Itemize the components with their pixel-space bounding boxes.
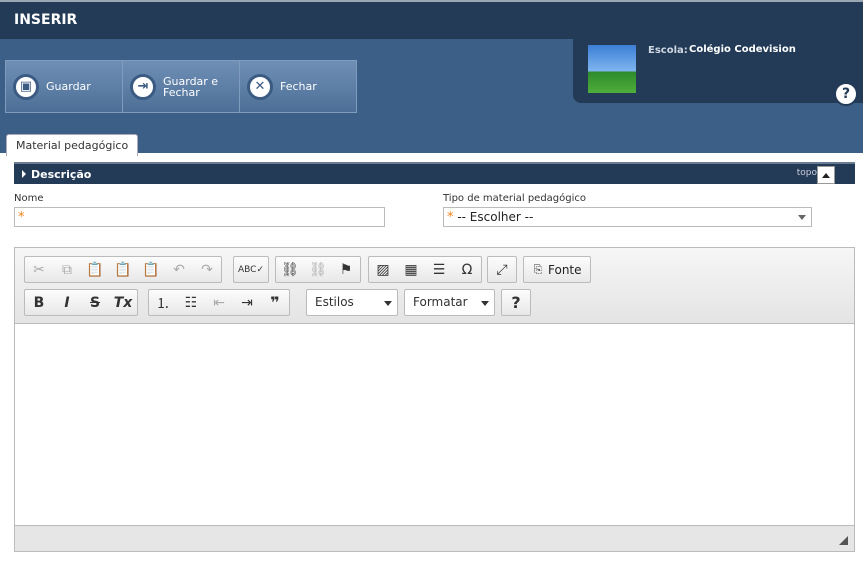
copy-icon[interactable]: ⧉ xyxy=(53,257,81,282)
anchor-icon[interactable]: ⚑ xyxy=(332,257,360,282)
cut-icon[interactable]: ✂ xyxy=(25,257,53,282)
tab-material-pedagogico[interactable]: Material pedagógico xyxy=(6,134,139,156)
name-field[interactable]: * xyxy=(14,207,385,227)
indent-icon[interactable]: ⇥ xyxy=(233,290,261,315)
paste-word-icon[interactable]: 📋 xyxy=(137,257,165,282)
numbered-list-icon[interactable]: ⒈ xyxy=(149,290,177,315)
remove-format-icon[interactable]: Tx xyxy=(109,290,137,315)
close-icon: ✕ xyxy=(247,73,273,100)
close-button[interactable]: ✕ Fechar xyxy=(239,60,357,113)
section-title: Descrição xyxy=(31,168,92,181)
outdent-icon[interactable]: ⇤ xyxy=(205,290,233,315)
editor-content-area[interactable] xyxy=(15,325,854,525)
type-select-value: -- Escolher -- xyxy=(457,210,534,224)
unlink-icon[interactable]: ⛓ xyxy=(304,257,332,282)
required-marker: * xyxy=(18,210,25,225)
school-panel: Escola: Colégio Codevision xyxy=(573,39,863,103)
rich-text-editor: ✂ ⧉ 📋 📋 📋 ↶ ↷ ABC✓ ⛓ ⛓ ⚑ ▨ ▦ ☰ Ω ⤢ ⎘ Fon… xyxy=(14,247,855,552)
spellcheck-icon[interactable]: ABC✓ xyxy=(234,257,268,282)
type-select[interactable]: * -- Escolher -- xyxy=(443,207,812,227)
action-toolbar: ▣ Guardar ⇥ Guardar e Fechar ✕ Fechar xyxy=(5,60,357,113)
school-thumbnail xyxy=(588,45,636,93)
link-group: ⛓ ⛓ ⚑ xyxy=(275,256,361,283)
save-button[interactable]: ▣ Guardar xyxy=(5,60,123,113)
source-button[interactable]: ⎘ Fonte xyxy=(523,256,591,283)
save-close-button[interactable]: ⇥ Guardar e Fechar xyxy=(122,60,240,113)
strike-icon[interactable]: S xyxy=(81,290,109,315)
table-icon[interactable]: ▦ xyxy=(397,257,425,282)
school-name: Colégio Codevision xyxy=(689,44,796,55)
bold-icon[interactable]: B xyxy=(25,290,53,315)
view-group: ⤢ xyxy=(487,256,517,283)
save-close-icon: ⇥ xyxy=(130,73,156,100)
format-combo[interactable]: Formatar xyxy=(404,289,495,316)
chevron-down-icon xyxy=(798,215,806,220)
styles-label: Estilos xyxy=(315,295,354,309)
image-icon[interactable]: ▨ xyxy=(369,257,397,282)
basicstyles-group: B I S Tx xyxy=(24,289,138,316)
bulleted-list-icon[interactable]: ☷ xyxy=(177,290,205,315)
blockquote-icon[interactable]: ❞ xyxy=(261,290,289,315)
special-char-icon[interactable]: Ω xyxy=(453,257,481,282)
save-icon: ▣ xyxy=(13,73,39,100)
paste-icon[interactable]: 📋 xyxy=(81,257,109,282)
horizontal-line-icon[interactable]: ☰ xyxy=(425,257,453,282)
save-button-label: Guardar xyxy=(46,80,91,93)
paste-text-icon[interactable]: 📋 xyxy=(109,257,137,282)
required-marker: * xyxy=(447,210,454,225)
italic-icon[interactable]: I xyxy=(53,290,81,315)
chevron-down-icon xyxy=(481,301,489,306)
source-label: Fonte xyxy=(548,262,582,277)
name-label: Nome xyxy=(14,193,44,204)
section-header[interactable]: Descrição topo xyxy=(14,162,855,184)
close-button-label: Fechar xyxy=(280,80,317,93)
scroll-top-icon[interactable] xyxy=(817,166,835,184)
format-label: Formatar xyxy=(413,295,468,309)
redo-icon[interactable]: ↷ xyxy=(193,257,221,282)
help-icon[interactable]: ? xyxy=(834,82,858,106)
source-icon: ⎘ xyxy=(533,262,543,276)
editor-toolbar: ✂ ⧉ 📋 📋 📋 ↶ ↷ ABC✓ ⛓ ⛓ ⚑ ▨ ▦ ☰ Ω ⤢ ⎘ Fon… xyxy=(15,248,854,324)
section-collapse-icon xyxy=(22,170,26,178)
chevron-down-icon xyxy=(384,301,392,306)
resize-handle-icon[interactable] xyxy=(839,536,848,545)
window-title: INSERIR xyxy=(0,2,863,39)
help-group: ? xyxy=(501,289,531,316)
link-icon[interactable]: ⛓ xyxy=(276,257,304,282)
save-close-button-label: Guardar e Fechar xyxy=(163,74,219,99)
paragraph-group: ⒈ ☷ ⇤ ⇥ ❞ xyxy=(148,289,290,316)
school-label: Escola: xyxy=(648,45,688,56)
header-band: INSERIR ▣ Guardar ⇥ Guardar e Fechar ✕ F… xyxy=(0,0,863,156)
top-link[interactable]: topo xyxy=(797,168,817,179)
styles-combo[interactable]: Estilos xyxy=(306,289,398,316)
spell-group: ABC✓ xyxy=(233,256,269,283)
maximize-icon[interactable]: ⤢ xyxy=(488,257,516,282)
insert-group: ▨ ▦ ☰ Ω xyxy=(368,256,482,283)
editor-status-bar xyxy=(15,525,854,551)
undo-icon[interactable]: ↶ xyxy=(165,257,193,282)
clipboard-group: ✂ ⧉ 📋 📋 📋 ↶ ↷ xyxy=(24,256,222,283)
help-icon[interactable]: ? xyxy=(502,290,530,315)
type-label: Tipo de material pedagógico xyxy=(443,193,587,204)
